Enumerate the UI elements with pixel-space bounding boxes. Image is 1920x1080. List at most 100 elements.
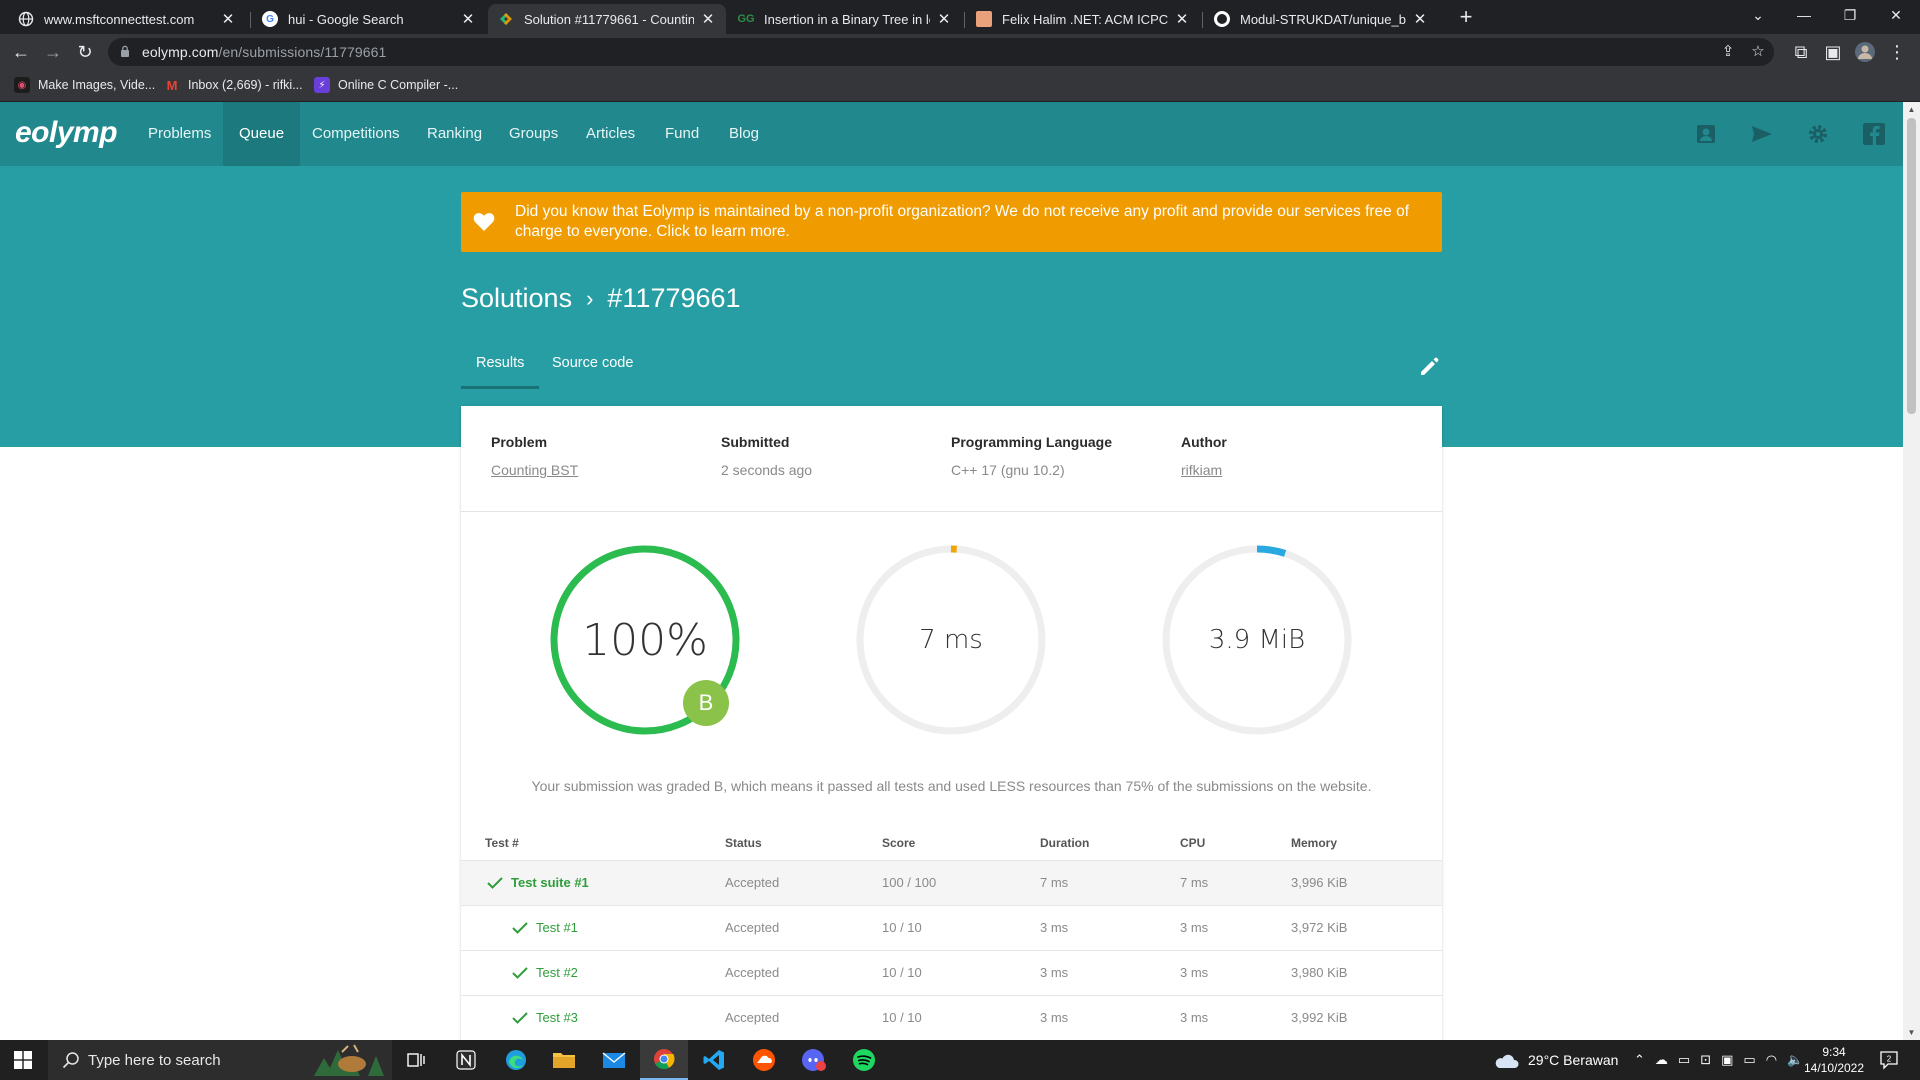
- meet-now-icon[interactable]: ▭: [1678, 1052, 1690, 1068]
- account-icon[interactable]: [1692, 120, 1720, 148]
- gear-icon[interactable]: [1804, 120, 1832, 148]
- tab-solution[interactable]: Solution #11779661 - Counting B ✕: [488, 4, 726, 34]
- battery-icon[interactable]: ▭: [1743, 1052, 1755, 1068]
- wifi-icon[interactable]: ◠: [1766, 1052, 1777, 1068]
- nav-problems[interactable]: Problems: [132, 102, 227, 166]
- tab-github[interactable]: Modul-STRUKDAT/unique_binary ✕: [1204, 4, 1438, 34]
- mail-icon[interactable]: [590, 1040, 638, 1080]
- submission-meta: Problem Counting BST Submitted 2 seconds…: [461, 406, 1442, 512]
- test-name-text: Test #2: [536, 965, 578, 980]
- vscode-icon[interactable]: [690, 1040, 738, 1080]
- system-clock[interactable]: 9:34 14/10/2022: [1796, 1044, 1872, 1076]
- tab-gfg[interactable]: GG Insertion in a Binary Tree in level ✕: [728, 4, 962, 34]
- tablet-icon[interactable]: ⊡: [1700, 1052, 1711, 1068]
- pencil-icon[interactable]: [1418, 356, 1440, 378]
- banner-text: Did you know that Eolymp is maintained b…: [515, 203, 1410, 240]
- tab-google-search[interactable]: G hui - Google Search ✕: [252, 4, 486, 34]
- memory-value: 3.9 MiB: [1208, 625, 1306, 655]
- chrome-icon[interactable]: [640, 1040, 688, 1080]
- tab-search-icon[interactable]: ⌄: [1738, 4, 1778, 26]
- onedrive-icon[interactable]: ☁: [1655, 1052, 1668, 1068]
- nav-ranking[interactable]: Ranking: [411, 102, 498, 166]
- bookmark-inbox[interactable]: M Inbox (2,669) - rifki...: [164, 77, 303, 93]
- side-panel-icon[interactable]: ▣: [1820, 39, 1846, 65]
- send-icon[interactable]: [1748, 120, 1776, 148]
- bookmark-make-images[interactable]: ◉ Make Images, Vide...: [14, 77, 155, 93]
- table-row[interactable]: Test #3 Accepted 10 / 10 3 ms 3 ms 3,992…: [461, 995, 1442, 1040]
- tab-title: Modul-STRUKDAT/unique_binary: [1240, 11, 1406, 27]
- eolymp-page: eolymp Problems Queue Competitions Ranki…: [0, 102, 1903, 1040]
- taskbar-search[interactable]: Type here to search: [48, 1040, 392, 1080]
- nonprofit-banner[interactable]: Did you know that Eolymp is maintained b…: [461, 192, 1442, 252]
- test-name-text: Test #1: [536, 920, 578, 935]
- nav-articles[interactable]: Articles: [570, 102, 651, 166]
- nav-blog[interactable]: Blog: [713, 102, 775, 166]
- new-tab-button[interactable]: +: [1454, 6, 1478, 30]
- tab-msftconnecttest[interactable]: www.msftconnecttest.com ✕: [8, 4, 246, 34]
- task-view-icon[interactable]: [392, 1040, 440, 1080]
- profile-avatar[interactable]: [1852, 39, 1878, 65]
- browser-toolbar: ← → ↻ eolymp.com/en/submissions/11779661…: [0, 34, 1920, 70]
- bookmark-star-icon[interactable]: ☆: [1748, 42, 1768, 62]
- compiler-icon: ⚡: [314, 77, 330, 93]
- tab-felix-halim[interactable]: Felix Halim .NET: ACM ICPC Jakar ✕: [966, 4, 1200, 34]
- nav-competitions[interactable]: Competitions: [296, 102, 416, 166]
- table-row[interactable]: Test #1 Accepted 10 / 10 3 ms 3 ms 3,972…: [461, 905, 1442, 950]
- scrollbar-thumb[interactable]: [1907, 118, 1916, 414]
- spotify-icon[interactable]: [840, 1040, 888, 1080]
- table-row[interactable]: Test suite #1 Accepted 100 / 100 7 ms 7 …: [461, 860, 1442, 905]
- check-icon: [512, 966, 528, 979]
- close-tab-icon[interactable]: ✕: [1174, 10, 1190, 28]
- close-tab-icon[interactable]: ✕: [220, 10, 236, 28]
- forward-button[interactable]: →: [40, 39, 66, 65]
- eolymp-logo[interactable]: eolymp: [15, 116, 118, 150]
- heart-icon: [473, 213, 495, 231]
- minimize-button[interactable]: —: [1784, 4, 1824, 26]
- reload-button[interactable]: ↻: [72, 39, 98, 65]
- nav-groups[interactable]: Groups: [493, 102, 574, 166]
- tab-source-code[interactable]: Source code: [537, 353, 648, 389]
- weather-text: 29°C Berawan: [1528, 1052, 1619, 1068]
- address-bar[interactable]: eolymp.com/en/submissions/11779661 ⇪ ☆: [108, 38, 1774, 66]
- bookmark-online-c-compiler[interactable]: ⚡ Online C Compiler -...: [314, 77, 458, 93]
- lock-icon: [121, 45, 129, 57]
- chevron-up-icon[interactable]: ⌃: [1634, 1052, 1645, 1068]
- display-icon[interactable]: ▣: [1721, 1052, 1733, 1068]
- table-row[interactable]: Test #2 Accepted 10 / 10 3 ms 3 ms 3,980…: [461, 950, 1442, 995]
- notion-icon[interactable]: [442, 1040, 490, 1080]
- browser-menu-icon[interactable]: ⋮: [1884, 39, 1910, 65]
- soundcloud-icon[interactable]: [740, 1040, 788, 1080]
- problem-link[interactable]: Counting BST: [491, 462, 578, 478]
- close-tab-icon[interactable]: ✕: [936, 10, 952, 28]
- windows-start-icon[interactable]: [14, 1051, 32, 1069]
- restore-button[interactable]: ❐: [1830, 4, 1870, 26]
- breadcrumb: Solutions › #11779661: [461, 283, 741, 314]
- extensions-icon[interactable]: ⧉: [1788, 39, 1814, 65]
- breadcrumb-solutions[interactable]: Solutions: [461, 283, 572, 314]
- bookmark-label: Inbox (2,669) - rifki...: [188, 78, 303, 92]
- weather-widget[interactable]: 29°C Berawan: [1494, 1040, 1618, 1080]
- nav-queue[interactable]: Queue: [223, 102, 301, 166]
- facebook-icon[interactable]: [1860, 120, 1888, 148]
- close-tab-icon[interactable]: ✕: [460, 10, 476, 28]
- notification-center[interactable]: 2: [1878, 1040, 1900, 1080]
- test-status: Accepted: [725, 920, 780, 935]
- edge-icon[interactable]: [492, 1040, 540, 1080]
- close-window-button[interactable]: ✕: [1876, 4, 1916, 26]
- author-link[interactable]: rifkiam: [1181, 462, 1227, 478]
- file-explorer-icon[interactable]: [540, 1040, 588, 1080]
- tab-divider: [1202, 12, 1203, 28]
- scroll-up-icon[interactable]: ▲: [1907, 105, 1916, 114]
- discord-icon[interactable]: [790, 1040, 838, 1080]
- nav-fund[interactable]: Fund: [649, 102, 715, 166]
- breadcrumb-submission-id: #11779661: [607, 283, 741, 313]
- meta-label: Author: [1181, 434, 1227, 450]
- share-icon[interactable]: ⇪: [1718, 42, 1738, 62]
- back-button[interactable]: ←: [8, 39, 34, 65]
- language-value: C++ 17 (gnu 10.2): [951, 462, 1065, 478]
- close-tab-icon[interactable]: ✕: [1412, 10, 1428, 28]
- close-tab-icon[interactable]: ✕: [700, 10, 716, 28]
- tab-results[interactable]: Results: [461, 353, 540, 389]
- scroll-down-icon[interactable]: ▼: [1907, 1028, 1916, 1037]
- page-scrollbar[interactable]: ▲ ▼: [1903, 102, 1920, 1040]
